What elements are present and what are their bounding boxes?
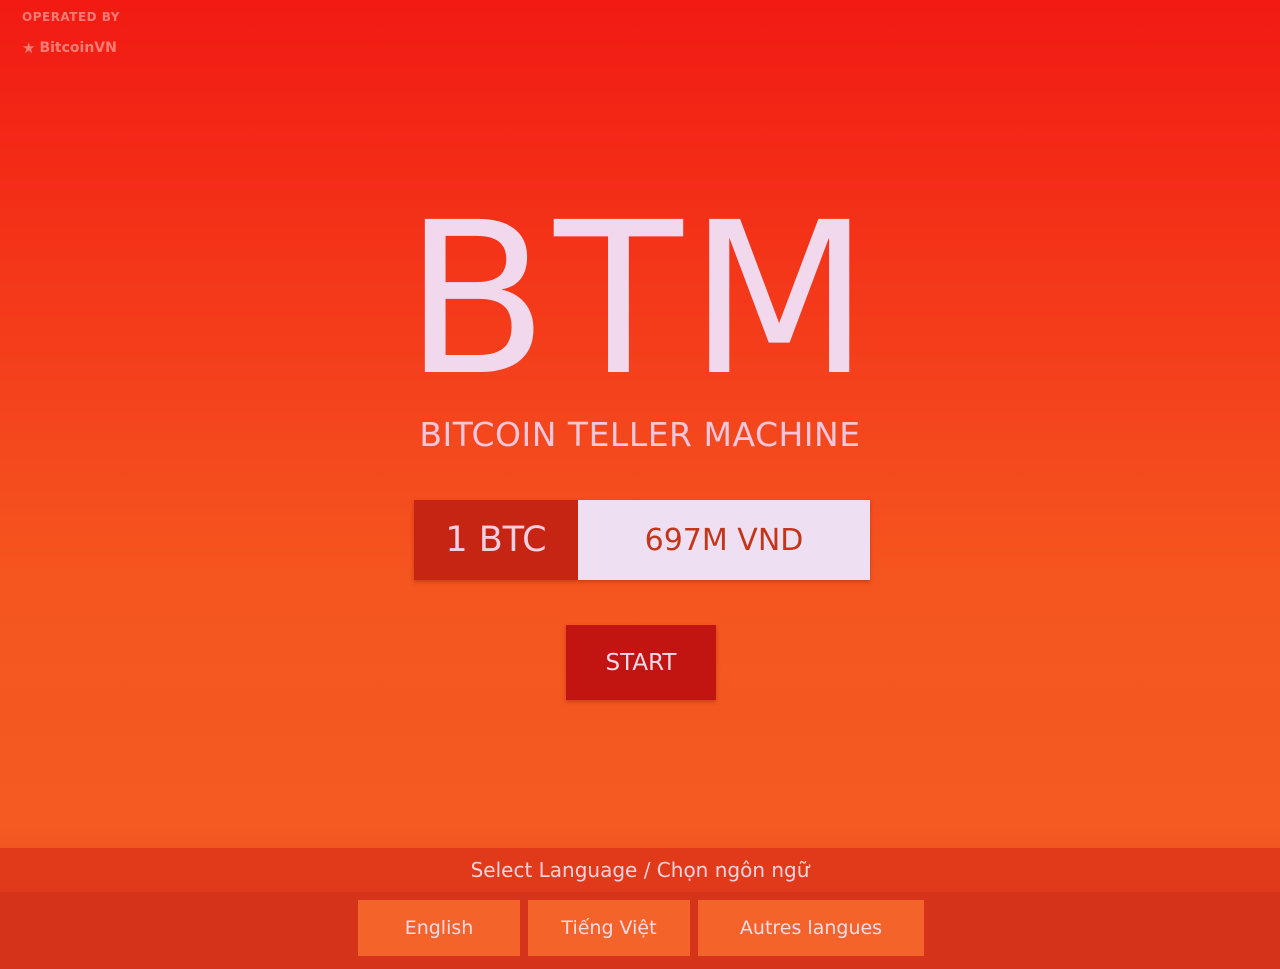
operator-info: OPERATED BY ★ BitcoinVN: [22, 10, 120, 56]
language-prompt: Select Language / Chọn ngôn ngữ: [470, 858, 810, 882]
language-english-button[interactable]: English: [358, 900, 520, 956]
bitcoinvn-logo-icon: ★: [22, 38, 36, 57]
start-button[interactable]: START: [566, 625, 716, 700]
language-bar: Select Language / Chọn ngôn ngữ English …: [0, 848, 1280, 969]
operator-caption: OPERATED BY: [22, 10, 120, 24]
language-options: English Tiếng Việt Autres langues: [0, 892, 1280, 969]
exchange-rate-panel: 1 BTC 697M VND: [414, 500, 870, 580]
hero: BTM BITCOIN TELLER MACHINE: [0, 177, 1280, 455]
rate-unit: 1 BTC: [414, 500, 578, 580]
page-subtitle: BITCOIN TELLER MACHINE: [419, 415, 861, 454]
operator-brand-name: BitcoinVN: [39, 40, 117, 56]
language-other-button[interactable]: Autres langues: [698, 900, 924, 956]
rate-price: 697M VND: [578, 500, 870, 580]
page-title: BTM: [404, 177, 876, 422]
btm-welcome-screen: OPERATED BY ★ BitcoinVN BTM BITCOIN TELL…: [0, 0, 1280, 969]
operator-brand: ★ BitcoinVN: [22, 40, 120, 56]
language-vietnamese-button[interactable]: Tiếng Việt: [528, 900, 690, 956]
